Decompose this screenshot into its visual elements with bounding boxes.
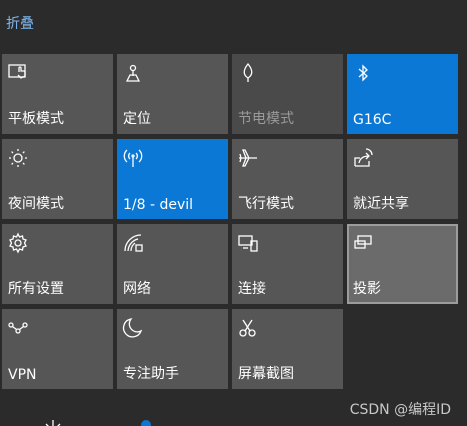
- location-icon: [122, 62, 144, 84]
- project-icon: [352, 232, 374, 254]
- tablet-mode-icon: [7, 62, 29, 84]
- tile-project[interactable]: 投影: [347, 224, 458, 304]
- brightness-icon: [45, 420, 61, 426]
- nearby-share-icon: [352, 147, 374, 169]
- airplane-icon: [237, 147, 259, 169]
- tile-label: 平板模式: [8, 111, 64, 127]
- screen-snip-icon: [237, 317, 259, 339]
- tile-label: 专注助手: [123, 366, 179, 382]
- night-light-icon: [7, 147, 29, 169]
- tile-nearby-share[interactable]: 就近共享: [347, 139, 458, 219]
- tile-night-light[interactable]: 夜间模式: [2, 139, 113, 219]
- tile-label: 节电模式: [238, 111, 294, 127]
- gear-icon: [7, 232, 29, 254]
- watermark-text: CSDN @编程ID: [349, 402, 451, 418]
- tile-battery-saver[interactable]: 节电模式: [232, 54, 343, 134]
- tile-label: 网络: [123, 281, 151, 297]
- moon-icon: [122, 317, 144, 339]
- tile-connect[interactable]: 连接: [232, 224, 343, 304]
- network-icon: [122, 232, 144, 254]
- tile-label: G16C: [353, 112, 392, 128]
- slider-thumb[interactable]: [141, 420, 151, 426]
- tile-screen-snip[interactable]: 屏幕截图: [232, 309, 343, 389]
- tile-network[interactable]: 网络: [117, 224, 228, 304]
- tile-label: 定位: [123, 111, 151, 127]
- quick-actions-grid: 平板模式 定位 节电模式 G16C 夜间模式 1/8 - devil 飞行模式 …: [0, 54, 463, 389]
- battery-saver-icon: [237, 62, 259, 84]
- collapse-link[interactable]: 折叠: [6, 13, 34, 33]
- vpn-icon: [7, 317, 29, 339]
- tile-vpn[interactable]: VPN: [2, 309, 113, 389]
- tile-mobile-hotspot[interactable]: 1/8 - devil: [117, 139, 228, 219]
- tile-all-settings[interactable]: 所有设置: [2, 224, 113, 304]
- tile-label: 飞行模式: [238, 196, 294, 212]
- tile-location[interactable]: 定位: [117, 54, 228, 134]
- tile-label: VPN: [8, 367, 37, 383]
- action-center-panel: 折叠 平板模式 定位 节电模式 G16C 夜间模式 1/8 - devil 飞行…: [0, 0, 467, 426]
- tile-label: 夜间模式: [8, 196, 64, 212]
- tile-label: 1/8 - devil: [123, 197, 194, 213]
- bluetooth-icon: [352, 62, 374, 84]
- tile-tablet-mode[interactable]: 平板模式: [2, 54, 113, 134]
- mobile-hotspot-icon: [122, 147, 144, 169]
- tile-label: 所有设置: [8, 281, 64, 297]
- tile-bluetooth[interactable]: G16C: [347, 54, 458, 134]
- tile-label: 投影: [353, 281, 381, 297]
- tile-label: 连接: [238, 281, 266, 297]
- tile-airplane-mode[interactable]: 飞行模式: [232, 139, 343, 219]
- tile-label: 就近共享: [353, 196, 409, 212]
- tile-label: 屏幕截图: [238, 366, 294, 382]
- tile-focus-assist[interactable]: 专注助手: [117, 309, 228, 389]
- connect-icon: [237, 232, 259, 254]
